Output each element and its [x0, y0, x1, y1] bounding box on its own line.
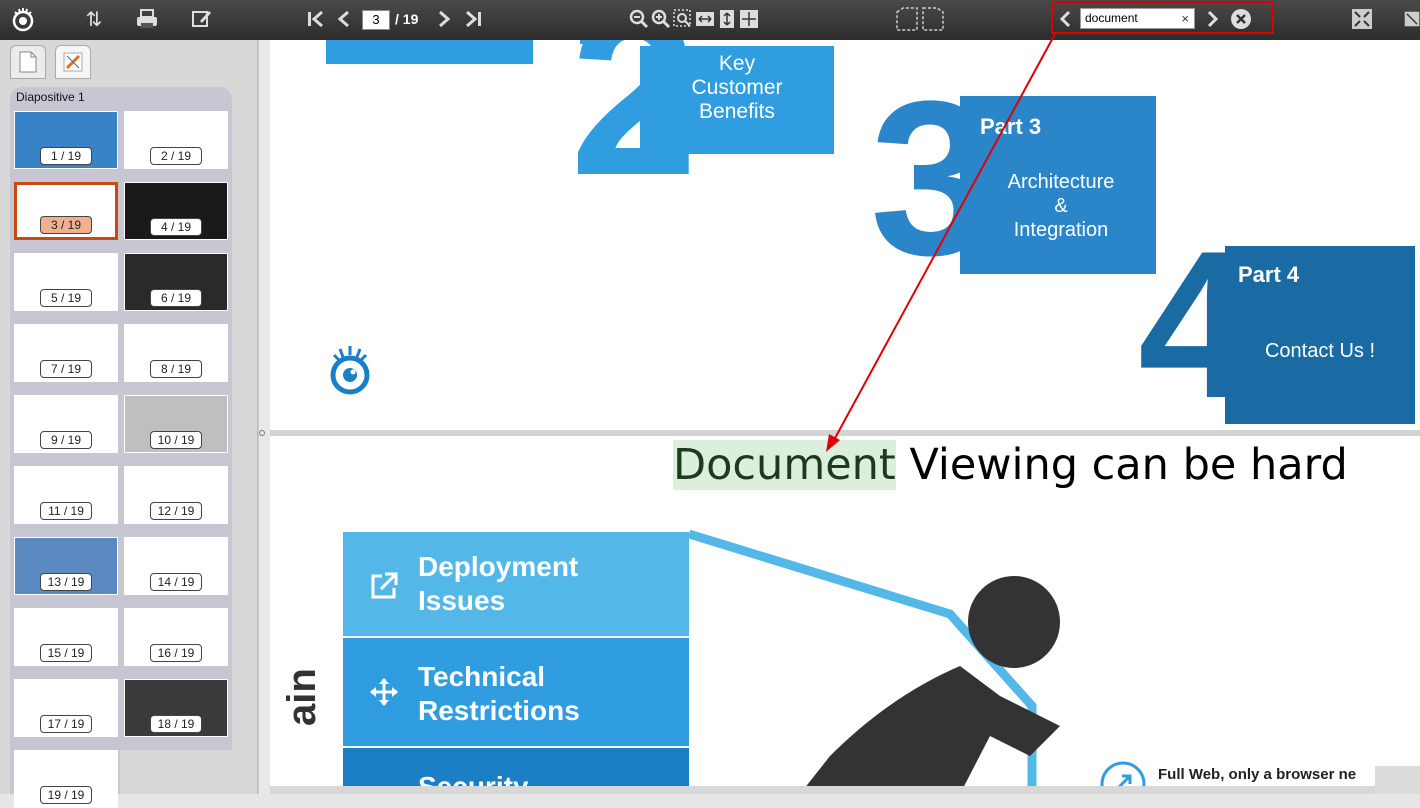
splitter-handle-icon[interactable]: [259, 430, 265, 436]
thumbnail-label: 10 / 19: [150, 431, 202, 449]
more-options-icon[interactable]: [1404, 6, 1420, 32]
thumbnail-page-1[interactable]: 1 / 19: [14, 111, 118, 169]
fit-page-icon[interactable]: [738, 6, 760, 32]
thumbnail-page-4[interactable]: 4 / 19: [124, 182, 228, 240]
part3-title: Part 3: [980, 114, 1042, 139]
part1-box-fragment: [326, 40, 533, 64]
document-viewport[interactable]: 2 Key Customer Benefits 3 Part 3 Archite…: [270, 40, 1420, 794]
thumbnail-page-17[interactable]: 17 / 19: [14, 679, 118, 737]
thumbnail-label: 9 / 19: [40, 431, 92, 449]
toolbar: ⇅ 3 / 19 document ×: [0, 0, 1420, 40]
thumbnail-label: 18 / 19: [150, 715, 202, 733]
part2-line3: Benefits: [699, 100, 775, 123]
tab-annotations[interactable]: [55, 45, 91, 79]
previous-page-icon[interactable]: [332, 6, 356, 32]
part2-line2: Customer: [691, 76, 783, 99]
annotate-icon[interactable]: [188, 6, 216, 32]
thumbnail-label: 1 / 19: [40, 147, 92, 165]
clear-search-icon[interactable]: ×: [1181, 9, 1189, 28]
section-label: Diapositive 1: [16, 90, 85, 104]
thumbnail-label: 7 / 19: [40, 360, 92, 378]
worker-illustration: [687, 529, 1060, 794]
thumbnail-label: 8 / 19: [150, 360, 202, 378]
thumbnail-page-5[interactable]: 5 / 19: [14, 253, 118, 311]
part4-title: Part 4: [1238, 262, 1300, 287]
sidebar-splitter[interactable]: [258, 40, 270, 794]
part2-text: Key Customer Benefits: [640, 52, 834, 124]
two-page-view-icon[interactable]: [892, 6, 948, 32]
thumbnail-label: 2 / 19: [150, 147, 202, 165]
print-icon[interactable]: [132, 6, 162, 32]
thumbnail-page-16[interactable]: 16 / 19: [124, 608, 228, 666]
eye-logo-icon: [328, 343, 374, 400]
zoom-in-icon[interactable]: [650, 6, 672, 32]
thumbnail-page-10[interactable]: 10 / 19: [124, 395, 228, 453]
close-search-icon[interactable]: [1229, 6, 1253, 32]
thumbnail-page-18[interactable]: 18 / 19: [124, 679, 228, 737]
thumbnail-label: 5 / 19: [40, 289, 92, 307]
thumbnail-label: 13 / 19: [40, 573, 92, 591]
thumbnail-page-6[interactable]: 6 / 19: [124, 253, 228, 311]
thumbnail-page-11[interactable]: 11 / 19: [14, 466, 118, 524]
thumbnail-page-15[interactable]: 15 / 19: [14, 608, 118, 666]
part3-line3: Integration: [1013, 219, 1109, 241]
corner-scroll-box[interactable]: [1375, 766, 1420, 794]
thumbnail-label: 17 / 19: [40, 715, 92, 733]
thumbnail-label: 14 / 19: [150, 573, 202, 591]
thumbnail-page-9[interactable]: 9 / 19: [14, 395, 118, 453]
thumbnail-label: 15 / 19: [40, 644, 92, 662]
toggle-sidebar-icon[interactable]: ⇅: [80, 6, 108, 32]
thumbnail-label: 6 / 19: [150, 289, 202, 307]
first-page-icon[interactable]: [304, 6, 328, 32]
part3-line2: &: [1054, 195, 1068, 217]
fit-width-icon[interactable]: [694, 6, 716, 32]
search-input[interactable]: document ×: [1080, 8, 1195, 29]
horizontal-scrollbar[interactable]: [270, 786, 1375, 794]
part4-line1: Contact Us !: [1264, 340, 1376, 362]
thumbnail-label: 3 / 19: [40, 216, 92, 234]
search-previous-icon[interactable]: [1055, 6, 1075, 32]
thumbnail-label: 16 / 19: [150, 644, 202, 662]
thumbnail-label: 11 / 19: [40, 502, 92, 520]
thumbnail-label: 19 / 19: [40, 786, 92, 804]
zoom-out-icon[interactable]: [628, 6, 650, 32]
part2-line1: Key: [718, 52, 756, 75]
thumbnail-label: 12 / 19: [150, 502, 202, 520]
search-input-value: document: [1085, 11, 1138, 25]
zoom-area-icon[interactable]: [672, 6, 694, 32]
callout-text: Full Web, only a browser ne: [1158, 766, 1357, 783]
thumbnail-page-2[interactable]: 2 / 19: [124, 111, 228, 169]
part3-line1: Architecture: [1007, 171, 1115, 193]
next-page-icon[interactable]: [432, 6, 456, 32]
thumbnail-page-13[interactable]: 13 / 19: [14, 537, 118, 595]
thumbnail-page-12[interactable]: 12 / 19: [124, 466, 228, 524]
eye-logo-icon: [8, 6, 38, 32]
thumbnail-page-8[interactable]: 8 / 19: [124, 324, 228, 382]
last-page-icon[interactable]: [460, 6, 486, 32]
part3-text: Architecture & Integration: [970, 170, 1152, 242]
page-2: 2 Key Customer Benefits 3 Part 3 Archite…: [270, 40, 1420, 430]
fullscreen-icon[interactable]: [1350, 6, 1374, 32]
thumbnail-page-19[interactable]: 19 / 19: [14, 750, 118, 808]
fit-height-icon[interactable]: [716, 6, 738, 32]
thumbnail-page-14[interactable]: 14 / 19: [124, 537, 228, 595]
page-number-input[interactable]: 3: [362, 10, 390, 30]
page-total: / 19: [395, 11, 419, 27]
tab-thumbnails[interactable]: [10, 45, 46, 79]
thumbnail-label: 4 / 19: [150, 218, 202, 236]
thumbnail-page-3[interactable]: 3 / 19: [14, 182, 118, 240]
search-next-icon[interactable]: [1203, 6, 1223, 32]
thumbnail-page-7[interactable]: 7 / 19: [14, 324, 118, 382]
page-3: Document Viewing can be hard ain Deploym…: [270, 436, 1420, 794]
